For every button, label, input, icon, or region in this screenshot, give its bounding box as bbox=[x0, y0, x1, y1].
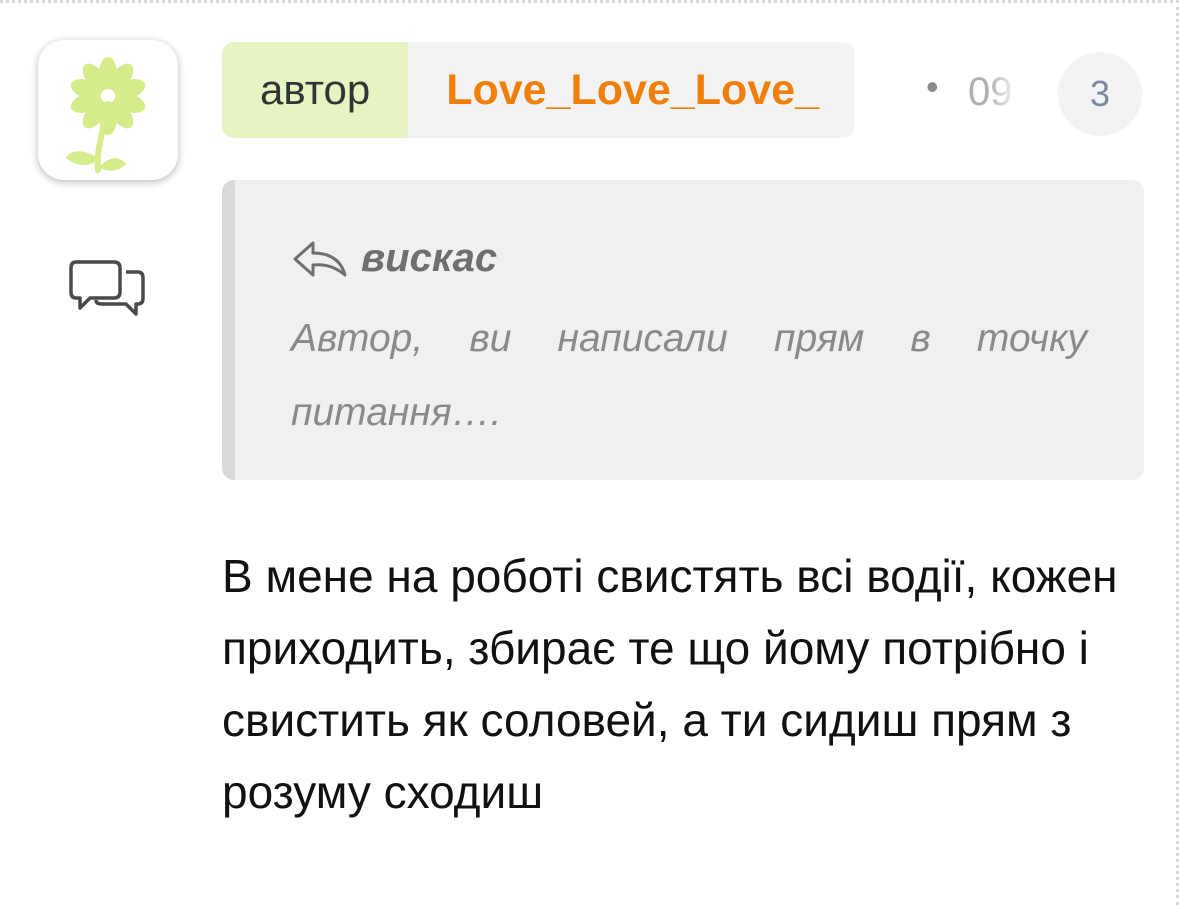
author-label: автор bbox=[222, 42, 409, 138]
chat-bubbles-icon bbox=[69, 260, 145, 316]
avatar[interactable] bbox=[38, 40, 178, 180]
top-dotted-border bbox=[0, 0, 1179, 10]
flower-logo-icon bbox=[66, 57, 146, 173]
quote-author[interactable]: вискас bbox=[361, 236, 497, 281]
quote-block: вискас Автор, ви написали прям в точку п… bbox=[222, 180, 1144, 480]
right-dotted-border bbox=[1173, 0, 1179, 905]
reply-count-badge[interactable]: 3 bbox=[1058, 52, 1142, 136]
quote-author-row: вискас bbox=[291, 236, 497, 281]
reply-button[interactable] bbox=[68, 256, 150, 322]
author-name-link[interactable]: Love_Love_Love_ bbox=[408, 42, 856, 138]
comment-body: В мене на роботі свистять всі водії, кож… bbox=[222, 550, 1118, 818]
author-pill: автор Love_Love_Love_ bbox=[222, 42, 856, 138]
meta-separator: • bbox=[926, 66, 939, 107]
quote-text: Автор, ви написали прям в точку питання…… bbox=[291, 317, 1087, 434]
comment-date: 09 bbox=[968, 70, 1013, 114]
reply-arrow-icon bbox=[293, 241, 347, 276]
comment-page: автор Love_Love_Love_ • 09 3 вискас Авто… bbox=[0, 0, 1179, 905]
